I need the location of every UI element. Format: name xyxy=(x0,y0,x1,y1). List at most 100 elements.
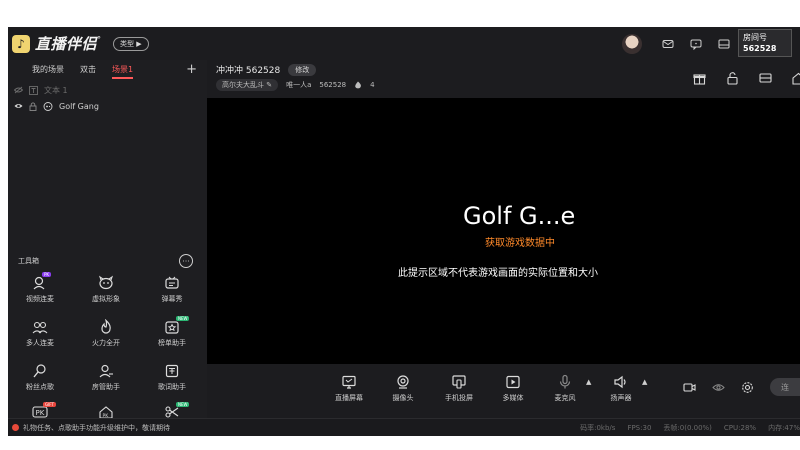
stream-header: 冲冲冲 562528 修改 高尔夫大乱斗 ✎ 唯一人a 562528 4 xyxy=(207,60,800,98)
hot-icon xyxy=(354,81,362,89)
bottom-toolbar: 直播屏幕 摄像头 手机投屏 多媒体 麦克风 ▲ 扬声器 ▲ 连 xyxy=(207,364,800,418)
camera-button[interactable]: 摄像头 xyxy=(378,374,428,403)
settings-icon[interactable] xyxy=(741,381,754,394)
status-bar: 礼物任务、点歌助手功能升级维护中，敬请期待 码率:0kb/s FPS:30 丢帧… xyxy=(8,418,800,436)
tool-fire[interactable]: 火力全开 xyxy=(76,319,136,359)
gift-icon[interactable] xyxy=(693,72,706,85)
speaker-options-icon[interactable]: ▲ xyxy=(642,378,647,386)
edit-button[interactable]: 修改 xyxy=(288,63,317,76)
eye-hidden-icon[interactable] xyxy=(14,86,23,94)
app-name: 直播伴侣 xyxy=(35,35,98,53)
logo-sup-icon: ° xyxy=(97,35,102,44)
preview-eye-icon[interactable] xyxy=(712,381,725,394)
go-live-button[interactable]: 连 xyxy=(770,378,800,396)
mic-options-icon[interactable]: ▲ xyxy=(586,378,591,386)
bottom-right-controls: 连 xyxy=(683,378,800,396)
app-window: ♪ 直播伴侣 ° 类型 ▶ 房间号 562528 我的场景 双击 场景1 + 文… xyxy=(8,27,800,436)
monitor-icon[interactable] xyxy=(759,72,772,85)
screen-button[interactable]: 直播屏幕 xyxy=(324,374,374,403)
control-label: 多媒体 xyxy=(502,394,524,402)
control-label: 摄像头 xyxy=(392,394,414,402)
control-label: 扬声器 xyxy=(610,394,632,402)
home-icon[interactable] xyxy=(792,72,800,85)
tool-label: 视频连麦 xyxy=(26,295,54,303)
media-button[interactable]: 多媒体 xyxy=(488,374,538,403)
record-icon[interactable] xyxy=(683,381,696,394)
unlock-icon[interactable] xyxy=(726,72,739,85)
microphone-button[interactable]: 麦克风 xyxy=(540,374,590,403)
tool-room-manager[interactable]: 房管助手 xyxy=(76,363,136,403)
room-manager-icon xyxy=(98,363,114,379)
cpu-stat: CPU:28% xyxy=(723,424,757,432)
app-logo: ♪ 直播伴侣 ° xyxy=(12,33,101,54)
room-number-badge: 房间号 562528 xyxy=(738,29,792,57)
preview-canvas[interactable]: Golf G...e 获取游戏数据中 此提示区域不代表游戏画面的实际位置和大小 xyxy=(207,98,800,364)
fire-icon xyxy=(98,319,114,335)
stream-title: 冲冲冲 562528 xyxy=(216,66,281,76)
speaker-button[interactable]: 扬声器 xyxy=(596,374,646,403)
source-label: Golf Gang xyxy=(59,101,99,111)
room-number-value: 562528 xyxy=(743,44,777,53)
media-icon xyxy=(505,374,521,390)
tool-label: 虚拟形象 xyxy=(92,295,120,303)
stream-room: 562528 xyxy=(319,81,347,89)
header-actions xyxy=(693,72,800,85)
svg-text:PK: PK xyxy=(36,409,45,417)
multi-link-icon xyxy=(32,319,48,335)
tool-label: 房管助手 xyxy=(92,383,120,391)
tool-lyrics-assistant[interactable]: 歌词助手 xyxy=(142,363,202,403)
gamepad-icon xyxy=(43,101,53,111)
tool-label: 火力全开 xyxy=(92,339,120,347)
tool-fan-song[interactable]: 粉丝点歌 xyxy=(10,363,70,403)
tool-danmaku-show[interactable]: 弹幕秀 xyxy=(142,275,202,315)
mem-stat: 内存:47% xyxy=(768,424,800,432)
control-label: 手机投屏 xyxy=(445,394,473,402)
avatar[interactable] xyxy=(622,33,642,54)
screen-icon xyxy=(341,374,357,390)
source-label: 文本 1 xyxy=(44,85,68,95)
hot-count: 4 xyxy=(370,81,375,89)
tool-virtual-avatar[interactable]: 虚拟形象 xyxy=(76,275,136,315)
tool-video-link[interactable]: PK 视频连麦 xyxy=(10,272,70,315)
source-row-text[interactable]: 文本 1 xyxy=(8,82,207,98)
eye-icon[interactable] xyxy=(14,102,23,110)
stream-user: 唯一人a xyxy=(286,81,312,89)
window-icon[interactable] xyxy=(718,38,730,50)
toolbox-header: 工具箱 ··· xyxy=(8,253,207,269)
source-row-game[interactable]: Golf Gang xyxy=(8,98,207,114)
speaker-icon xyxy=(613,374,629,390)
lyrics-assistant-icon xyxy=(164,363,180,379)
status-message: 礼物任务、点歌助手功能升级维护中，敬请期待 xyxy=(23,423,170,432)
scene-tabs: 我的场景 双击 场景1 + xyxy=(8,60,207,79)
tab-double-click[interactable]: 双击 xyxy=(80,64,96,75)
message-icon[interactable] xyxy=(690,38,702,50)
microphone-icon xyxy=(557,374,573,390)
virtual-avatar-icon xyxy=(98,275,114,291)
video-link-icon: PK xyxy=(32,272,52,291)
category-selector[interactable]: 高尔夫大乱斗 ✎ xyxy=(216,79,279,91)
room-number-label: 房间号 xyxy=(743,33,767,42)
tool-multi-link[interactable]: 多人连麦 xyxy=(10,319,70,359)
more-icon[interactable]: ··· xyxy=(179,254,193,268)
camera-icon xyxy=(395,374,411,390)
control-label: 麦克风 xyxy=(554,394,576,402)
tool-tag: NEW xyxy=(176,316,190,321)
text-source-icon xyxy=(29,85,38,95)
type-button[interactable]: 类型 ▶ xyxy=(113,36,149,51)
preview-note: 此提示区域不代表游戏画面的实际位置和大小 xyxy=(398,268,598,279)
add-scene-icon[interactable]: + xyxy=(186,62,197,77)
stream-meta: 高尔夫大乱斗 ✎ 唯一人a 562528 4 xyxy=(216,79,375,91)
mail-icon[interactable] xyxy=(662,38,674,50)
fan-song-icon xyxy=(32,363,48,379)
tool-label: 多人连麦 xyxy=(26,339,54,347)
alert-icon xyxy=(12,424,19,431)
bitrate-stat: 码率:0kb/s xyxy=(580,424,616,432)
tab-my-scenes[interactable]: 我的场景 xyxy=(32,64,64,75)
tab-scene-1[interactable]: 场景1 xyxy=(112,64,134,79)
dropped-stat: 丢帧:0(0.00%) xyxy=(663,424,712,432)
lock-icon[interactable] xyxy=(29,101,37,111)
phone-cast-button[interactable]: 手机投屏 xyxy=(434,374,484,403)
tool-rank-assistant[interactable]: NEW 榜单助手 xyxy=(142,316,202,359)
danmaku-show-icon xyxy=(164,275,180,291)
title-bar: ♪ 直播伴侣 ° 类型 ▶ 房间号 562528 xyxy=(8,27,800,60)
